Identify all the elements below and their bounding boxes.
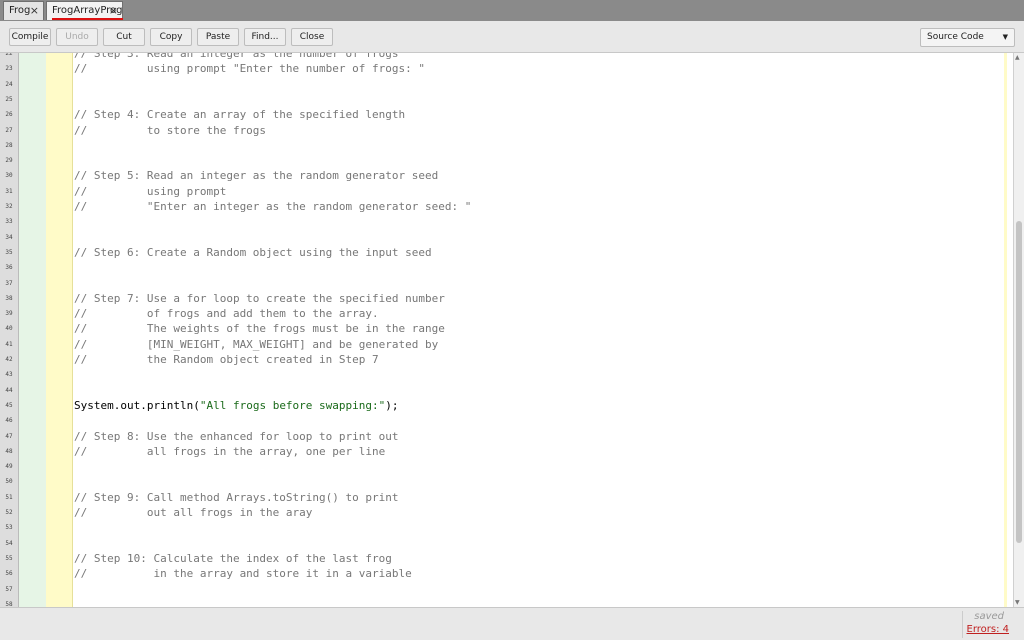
comment-line: // to store the frogs bbox=[74, 123, 267, 137]
line-number: 44 bbox=[5, 386, 13, 394]
code-editor[interactable]: 22 // Step 3: Read an integer as the numb… bbox=[0, 53, 1024, 607]
line-number: 31 bbox=[5, 187, 13, 195]
line-number: 42 bbox=[5, 356, 13, 363]
comment-line: // using prompt "Enter the number of fro… bbox=[74, 62, 425, 76]
comment-line: // "Enter an integer as the random gener… bbox=[74, 200, 472, 213]
line-number: 41 bbox=[5, 340, 13, 348]
scope-highlight-right bbox=[1004, 53, 1007, 607]
line-number: 35 bbox=[5, 248, 13, 256]
line-number: 48 bbox=[5, 447, 13, 455]
status-divider bbox=[962, 611, 963, 638]
close-button[interactable]: Close bbox=[291, 28, 333, 46]
copy-button[interactable]: Copy bbox=[150, 28, 192, 46]
code-token: System.out.println( bbox=[74, 398, 200, 412]
comment-line: // Step 6: Create a Random object using … bbox=[74, 245, 432, 259]
comment-line: // Step 4: Create an array of the specif… bbox=[74, 108, 406, 122]
line-number: 23 bbox=[5, 65, 13, 73]
line-number: 27 bbox=[5, 126, 13, 134]
line-number: 40 bbox=[5, 325, 13, 333]
line-number: 37 bbox=[5, 279, 13, 287]
comment-line: // of frogs and add them to the array. bbox=[74, 307, 379, 321]
scrollbar-thumb[interactable] bbox=[1016, 221, 1022, 543]
line-number: 45 bbox=[5, 401, 13, 409]
line-number: 58 bbox=[5, 600, 13, 607]
line-number: 38 bbox=[5, 294, 13, 302]
line-number: 30 bbox=[5, 172, 13, 180]
comment-line: // all frogs in the array, one per line bbox=[74, 444, 386, 458]
line-number: 34 bbox=[5, 233, 13, 241]
code-token: ); bbox=[385, 398, 399, 412]
comment-line: // out all frogs in the aray bbox=[74, 506, 313, 519]
comment-line: // the Random object created in Step 7 bbox=[74, 353, 379, 366]
line-number: 56 bbox=[5, 570, 13, 578]
code-line: System.out.println("All frogs before swa… bbox=[74, 398, 399, 413]
string-literal: "All frogs before swapping:" bbox=[199, 398, 386, 412]
status-bar: saved Errors: 4 bbox=[0, 607, 1024, 640]
find-button[interactable]: Find... bbox=[244, 28, 286, 46]
scope-highlight-method bbox=[46, 53, 73, 607]
cut-button[interactable]: Cut bbox=[103, 28, 145, 46]
errors-link[interactable]: Errors: 4 bbox=[967, 624, 1010, 635]
tab-frog[interactable]: Frog × bbox=[3, 1, 44, 20]
undo-button[interactable]: Undo bbox=[56, 28, 98, 46]
line-number: 43 bbox=[5, 371, 13, 379]
line-number: 46 bbox=[5, 417, 13, 425]
line-number: 47 bbox=[5, 432, 13, 440]
line-number: 25 bbox=[5, 95, 13, 103]
line-number: 33 bbox=[5, 218, 13, 226]
view-select-value: Source Code bbox=[927, 32, 984, 42]
comment-line: // Step 10: Calculate the index of the l… bbox=[74, 551, 392, 565]
comment-line: // in the array and store it in a variab… bbox=[74, 567, 412, 581]
comment-line: // Step 7: Use a for loop to create the … bbox=[74, 291, 445, 305]
line-number: 22 bbox=[5, 53, 13, 57]
tab-frogarrayprog[interactable]: FrogArrayProg × bbox=[46, 1, 123, 20]
close-icon[interactable]: × bbox=[30, 2, 39, 20]
line-number: 53 bbox=[5, 524, 13, 532]
scroll-down-icon[interactable]: ▼ bbox=[1015, 599, 1020, 606]
line-number: 32 bbox=[5, 203, 13, 210]
toolbar: Compile Undo Cut Copy Paste Find... Clos… bbox=[0, 21, 1024, 53]
line-number: 57 bbox=[5, 585, 13, 593]
view-select[interactable]: Source Code ▼ bbox=[920, 28, 1015, 47]
line-number: 29 bbox=[5, 157, 13, 165]
line-number: 36 bbox=[5, 264, 13, 272]
tab-frog-label: Frog bbox=[9, 5, 31, 16]
tab-bar: Frog × FrogArrayProg × bbox=[0, 0, 1024, 21]
line-number: 50 bbox=[5, 478, 13, 486]
line-number: 55 bbox=[5, 554, 13, 562]
comment-line: // [MIN_WEIGHT, MAX_WEIGHT] and be gener… bbox=[74, 337, 439, 351]
comment-line: // The weights of the frogs must be in t… bbox=[74, 322, 445, 336]
line-number: 39 bbox=[5, 310, 13, 318]
line-number: 51 bbox=[5, 493, 13, 501]
scroll-up-icon[interactable]: ▲ bbox=[1015, 54, 1020, 61]
line-number: 52 bbox=[5, 509, 13, 516]
saved-status: saved bbox=[974, 611, 1004, 622]
line-number: 28 bbox=[5, 141, 13, 149]
chevron-down-icon: ▼ bbox=[1002, 33, 1008, 41]
compile-button[interactable]: Compile bbox=[9, 28, 51, 46]
comment-line: // Step 9: Call method Arrays.toString()… bbox=[74, 490, 399, 504]
line-number: 24 bbox=[5, 80, 13, 88]
scope-highlight-class bbox=[19, 53, 46, 607]
comment-line: // Step 5: Read an integer as the random… bbox=[74, 169, 439, 183]
comment-line: // using prompt bbox=[74, 184, 227, 198]
vertical-scrollbar[interactable]: ▲ ▼ bbox=[1013, 53, 1024, 607]
close-icon[interactable]: × bbox=[109, 2, 118, 20]
line-number: 26 bbox=[5, 111, 13, 119]
comment-line: // Step 8: Use the enhanced for loop to … bbox=[74, 429, 399, 443]
paste-button[interactable]: Paste bbox=[197, 28, 239, 46]
line-number: 54 bbox=[5, 539, 13, 547]
line-number: 49 bbox=[5, 463, 13, 471]
comment-line: // Step 3: Read an integer as the number… bbox=[74, 53, 399, 60]
